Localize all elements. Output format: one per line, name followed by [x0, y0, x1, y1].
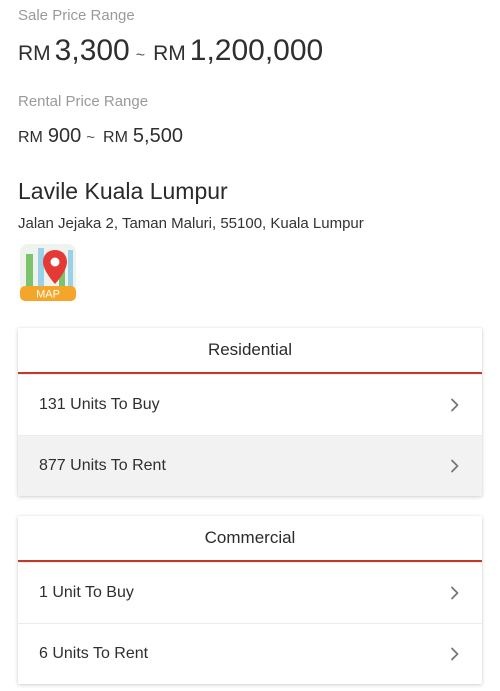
- rental-min-price: 900: [47, 125, 82, 147]
- chevron-right-icon: [451, 586, 459, 600]
- map-pin-icon: MAP: [20, 244, 76, 301]
- commercial-rent-label: 6 Units To Rent: [39, 645, 149, 662]
- map-label: MAP: [36, 289, 60, 301]
- rental-price-range: RM 900 ~ RM 5,500: [18, 125, 183, 148]
- residential-buy-row[interactable]: 131 Units To Buy: [18, 374, 482, 435]
- commercial-rent-row[interactable]: 6 Units To Rent: [18, 623, 482, 684]
- map-button[interactable]: MAP: [18, 242, 78, 302]
- chevron-right-icon: [451, 398, 459, 412]
- residential-buy-label: 131 Units To Buy: [39, 396, 160, 413]
- project-address: Jalan Jejaka 2, Taman Maluri, 55100, Kua…: [18, 215, 364, 232]
- residential-card: Residential 131 Units To Buy 877 Units T…: [18, 328, 482, 496]
- sale-range-separator: ~: [135, 47, 146, 64]
- residential-rent-label: 877 Units To Rent: [39, 457, 166, 474]
- chevron-right-icon: [451, 459, 459, 473]
- residential-rent-row[interactable]: 877 Units To Rent: [18, 435, 482, 496]
- sale-min-currency: RM: [18, 42, 51, 65]
- sale-price-range-label: Sale Price Range: [18, 7, 135, 24]
- chevron-right-icon: [451, 647, 459, 661]
- commercial-buy-label: 1 Unit To Buy: [39, 584, 134, 601]
- residential-header: Residential: [18, 328, 482, 374]
- commercial-header: Commercial: [18, 516, 482, 562]
- project-name: Lavile Kuala Lumpur: [18, 178, 228, 204]
- sale-price-range: RM 3,300 ~ RM 1,200,000: [18, 34, 323, 68]
- sale-max-price: 1,200,000: [189, 34, 324, 67]
- rental-range-separator: ~: [86, 129, 96, 146]
- rental-max-price: 5,500: [132, 125, 183, 147]
- sale-max-currency: RM: [153, 42, 186, 65]
- rental-price-range-label: Rental Price Range: [18, 93, 149, 110]
- rental-max-currency: RM: [103, 129, 128, 146]
- sale-min-price: 3,300: [54, 34, 130, 67]
- rental-min-currency: RM: [18, 129, 43, 146]
- commercial-buy-row[interactable]: 1 Unit To Buy: [18, 562, 482, 623]
- commercial-card: Commercial 1 Unit To Buy 6 Units To Rent: [18, 516, 482, 684]
